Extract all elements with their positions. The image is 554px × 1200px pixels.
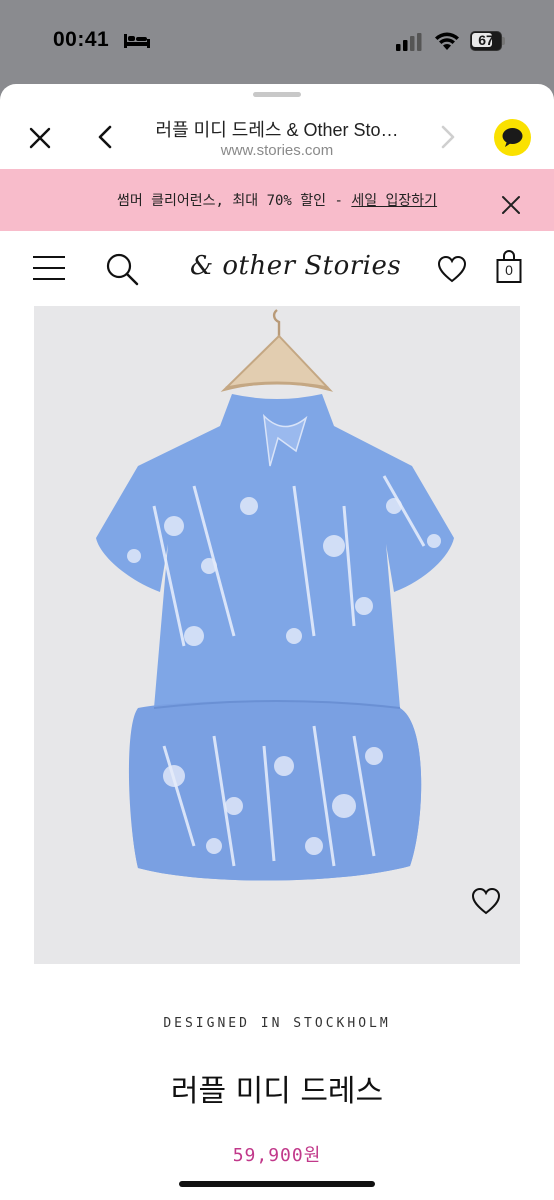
dress-illustration <box>96 309 454 881</box>
product-image[interactable] <box>34 306 520 964</box>
sleep-focus-icon <box>124 34 150 48</box>
forward-icon[interactable] <box>438 124 458 150</box>
status-bar: 00:41 67 <box>0 0 554 84</box>
product-price: 59,900원 <box>232 1145 322 1166</box>
heart-icon[interactable] <box>471 887 501 915</box>
designed-tagline: DESIGNED IN STOCKHOLM <box>163 1016 391 1031</box>
status-time: 00:41 <box>53 28 110 51</box>
promo-text: 썸머 클리어런스, 최대 70% 할인 - 세일 입장하기 <box>116 193 438 209</box>
battery-indicator: 67 <box>470 31 506 51</box>
search-icon[interactable] <box>105 252 139 286</box>
wifi-icon <box>435 32 459 50</box>
close-icon[interactable] <box>500 194 522 216</box>
close-icon[interactable] <box>28 126 52 150</box>
promo-banner: 썸머 클리어런스, 최대 70% 할인 - 세일 입장하기 <box>0 169 554 231</box>
brand-logo[interactable]: & other Stories <box>190 251 401 281</box>
sale-link[interactable]: 세일 입장하기 <box>351 193 437 209</box>
bag-count: 0 <box>505 262 513 278</box>
heart-icon[interactable] <box>437 255 467 283</box>
url-label[interactable]: www.stories.com <box>140 142 414 159</box>
back-icon[interactable] <box>95 124 115 150</box>
kakao-chat-button[interactable] <box>494 119 531 156</box>
product-name: 러플 미디 드레스 <box>170 1074 384 1109</box>
cellular-signal-icon <box>396 33 422 51</box>
home-indicator[interactable] <box>179 1181 375 1187</box>
sheet-grabber[interactable] <box>253 92 301 97</box>
browser-sheet: 러플 미디 드레스 & Other Sto… www.stories.com 썸… <box>0 84 554 1200</box>
page-title: 러플 미디 드레스 & Other Sto… <box>155 120 399 140</box>
kakao-chat-icon <box>502 128 523 147</box>
menu-icon[interactable] <box>32 254 66 282</box>
